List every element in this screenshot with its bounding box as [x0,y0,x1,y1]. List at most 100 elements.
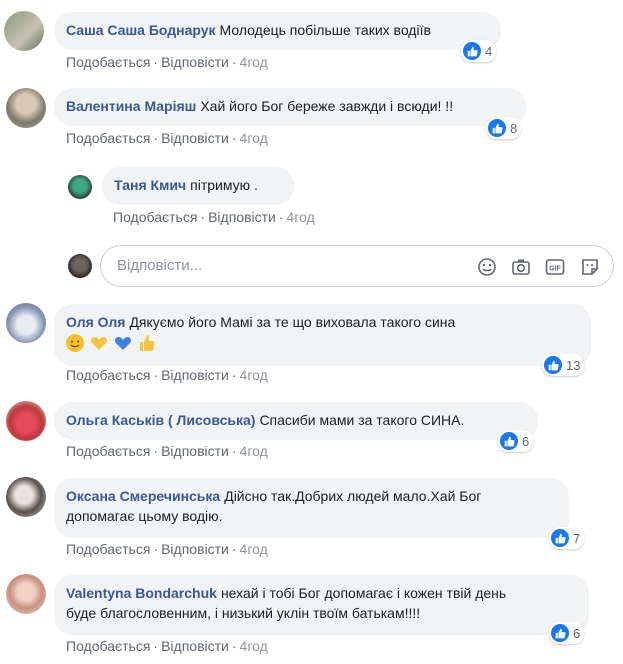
camera-icon[interactable] [511,257,531,277]
separator: · [153,443,159,459]
avatar[interactable] [6,88,46,128]
separator: · [231,130,237,146]
like-link[interactable]: Подобається [66,541,150,557]
reply-link[interactable]: Відповісти [161,638,229,654]
separator: · [231,541,237,557]
reaction-count[interactable]: 8 [486,117,522,139]
like-icon [551,529,569,547]
reaction-count[interactable]: 13 [542,354,585,376]
like-link[interactable]: Подобається [66,367,150,383]
avatar[interactable] [68,175,92,199]
reply-placeholder: Відповісти... [117,257,203,274]
like-link[interactable]: Подобається [66,638,150,654]
comment-actions: Подобається · Відповісти · 4год [113,209,315,225]
reaction-count[interactable]: 6 [549,622,585,644]
separator: · [153,54,159,70]
like-count: 6 [522,433,530,449]
reaction-count[interactable]: 7 [549,527,585,549]
comment-time[interactable]: 4год [287,209,315,225]
separator: · [200,209,206,225]
like-icon [488,119,506,137]
reaction-count[interactable]: 6 [498,430,534,452]
like-icon [551,624,569,642]
comment-time[interactable]: 4год [240,443,268,459]
gif-icon[interactable]: GIF [545,257,565,277]
like-count: 6 [573,625,581,641]
like-link[interactable]: Подобається [66,130,150,146]
comment-actions: Подобається · Відповісти · 4год [66,443,268,459]
separator: · [153,130,159,146]
reply-link[interactable]: Відповісти [161,367,229,383]
comment-text: нехай і тобі Бог допомагає і кожен твій … [220,585,507,601]
avatar [68,254,92,278]
comment-bubble: Таня Кмич пітримую . [102,167,294,205]
like-count: 8 [510,120,518,136]
reaction-count[interactable]: 4 [461,40,497,62]
separator: · [278,209,284,225]
comment-bubble: Оля Оля Дякуємо його Мамі за те що вихова… [54,304,591,366]
reply-input[interactable]: Відповісти... GIF [100,245,614,287]
avatar[interactable] [6,303,46,343]
comment-text: Спасиби мами за такого СИНА. [259,412,465,428]
yellow-heart-icon [90,334,108,352]
comment-author[interactable]: Таня Кмич [114,177,186,193]
like-icon [463,42,481,60]
reply-link[interactable]: Відповісти [161,130,229,146]
avatar[interactable] [6,401,46,441]
comment-text: пітримую . [190,177,258,193]
separator: · [153,638,159,654]
comment-bubble: Valentyna Bondarchuk нехай і тобі Бог доп… [54,575,589,635]
avatar[interactable] [6,477,46,517]
comment-bubble: Оксана Смеречинська Дійсно так.Добрих люд… [54,478,569,538]
separator: · [231,443,237,459]
reply-link[interactable]: Відповісти [161,541,229,557]
comment-text: Молодець побільше таких водіїв [219,22,431,38]
comment-author[interactable]: Оля Оля [66,314,125,330]
like-link[interactable]: Подобається [66,443,150,459]
reply-link[interactable]: Відповісти [161,443,229,459]
avatar[interactable] [6,574,46,614]
like-icon [500,432,518,450]
thumbs-up-icon [138,334,156,352]
comment-text: Дійсно так.Добрих людей мало.Хай Бог [224,488,482,504]
emoji-icon[interactable] [477,257,497,277]
comment-actions: Подобається · Відповісти · 4год [66,54,268,70]
emoji-row [66,334,158,353]
comment-time[interactable]: 4год [240,367,268,383]
comment-time[interactable]: 4год [240,541,268,557]
comment-time[interactable]: 4год [240,638,268,654]
comment-time[interactable]: 4год [240,130,268,146]
comment-bubble: Ольга Каськів ( Лисовська) Спасиби мами з… [54,402,538,440]
comment-actions: Подобається · Відповісти · 4год [66,130,268,146]
comment-bubble: Валентина Маріяш Хай його Бог береже завж… [54,88,526,126]
comment-author[interactable]: Валентина Маріяш [66,98,196,114]
comment-author[interactable]: Саша Саша Боднарук [66,22,216,38]
like-count: 13 [566,357,581,373]
comment-actions: Подобається · Відповісти · 4год [66,367,268,383]
comment-author[interactable]: Ольга Каськів ( Лисовська) [66,412,255,428]
like-count: 7 [573,530,581,546]
separator: · [231,54,237,70]
like-link[interactable]: Подобається [113,209,197,225]
comment-author[interactable]: Valentyna Bondarchuk [66,585,217,601]
comment-time[interactable]: 4год [240,54,268,70]
separator: · [153,541,159,557]
sticker-icon[interactable] [580,257,600,277]
svg-text:GIF: GIF [549,266,561,273]
separator: · [153,367,159,383]
comment-text-line2: буде благословенним, і низький уклін тво… [66,605,421,621]
separator: · [231,367,237,383]
reply-link[interactable]: Відповісти [161,54,229,70]
smiling-face-icon [66,334,84,353]
comment-author[interactable]: Оксана Смеречинська [66,488,220,504]
comment-text: Дякуємо його Мамі за те що виховала тако… [129,314,456,330]
like-count: 4 [485,43,493,59]
comment-bubble: Саша Саша Боднарук Молодець побільше таки… [54,12,501,50]
reply-link[interactable]: Відповісти [208,209,276,225]
comment-actions: Подобається · Відповісти · 4год [66,541,268,557]
like-link[interactable]: Подобається [66,54,150,70]
comment-actions: Подобається · Відповісти · 4год [66,638,268,654]
like-icon [544,356,562,374]
avatar[interactable] [4,11,44,51]
comment-text: Хай його Бог береже завжди і всюди! !! [200,98,454,114]
